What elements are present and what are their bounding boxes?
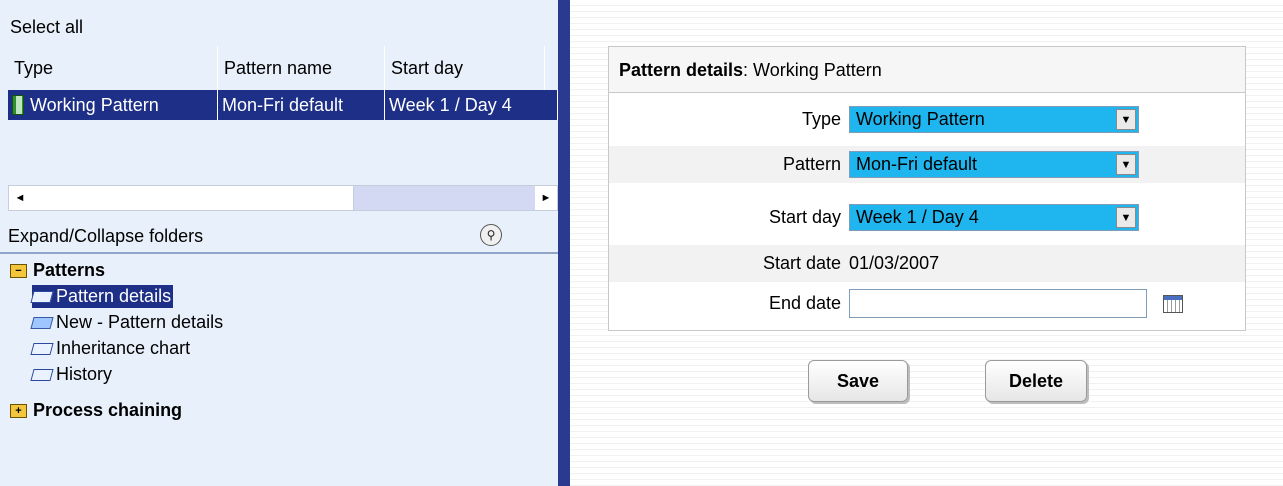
tree-item-label: Pattern details bbox=[56, 286, 172, 306]
type-row: Type Working Pattern ▼ bbox=[609, 101, 1245, 138]
cell-start-day: Week 1 / Day 4 bbox=[385, 90, 558, 120]
tree-item-new-pattern-details[interactable]: New - Pattern details bbox=[30, 311, 224, 334]
tree-item-inheritance-chart[interactable]: Inheritance chart bbox=[30, 337, 191, 360]
pattern-select-value: Mon-Fri default bbox=[856, 154, 978, 174]
left-panel: Select all Type Pattern name Start day W… bbox=[0, 0, 558, 486]
type-select-value: Working Pattern bbox=[856, 109, 985, 129]
tree-folder-patterns[interactable]: − Patterns bbox=[10, 260, 105, 281]
dropdown-arrow-icon[interactable]: ▼ bbox=[1116, 109, 1136, 130]
scroll-track[interactable] bbox=[31, 186, 535, 210]
tree-item-history[interactable]: History bbox=[30, 363, 113, 386]
tree-item-pattern-details[interactable]: Pattern details bbox=[30, 285, 174, 308]
column-header-type[interactable]: Type bbox=[8, 46, 218, 90]
type-select[interactable]: Working Pattern ▼ bbox=[849, 106, 1139, 133]
tree-item-label: New - Pattern details bbox=[56, 312, 224, 332]
details-heading-subtitle: : Working Pattern bbox=[743, 60, 882, 80]
grid-header: Type Pattern name Start day bbox=[8, 46, 558, 90]
cell-type-text: Working Pattern bbox=[30, 95, 159, 115]
pattern-select[interactable]: Mon-Fri default ▼ bbox=[849, 151, 1139, 178]
tree-folder-label: Patterns bbox=[33, 260, 106, 280]
delete-button[interactable]: Delete bbox=[985, 360, 1087, 402]
search-icon[interactable]: ⚲ bbox=[480, 224, 502, 246]
new-document-icon bbox=[30, 316, 54, 329]
expand-collapse-folders-link[interactable]: Expand/Collapse folders bbox=[8, 226, 203, 247]
type-label: Type bbox=[801, 109, 841, 129]
pattern-details-card: Pattern details: Working Pattern Type Wo… bbox=[608, 46, 1246, 331]
cell-type: Working Pattern bbox=[8, 90, 218, 120]
start-date-label: Start date bbox=[762, 253, 841, 273]
pattern-row: Pattern Mon-Fri default ▼ bbox=[609, 146, 1245, 183]
calendar-icon[interactable] bbox=[1163, 294, 1183, 313]
scroll-track-remainder[interactable] bbox=[353, 186, 535, 210]
details-heading: Pattern details: Working Pattern bbox=[609, 47, 1245, 93]
end-date-field[interactable] bbox=[849, 289, 1147, 318]
start-day-select[interactable]: Week 1 / Day 4 ▼ bbox=[849, 204, 1139, 231]
table-row[interactable]: Working Pattern Mon-Fri default Week 1 /… bbox=[8, 90, 558, 120]
tree-item-label: History bbox=[56, 364, 113, 384]
pattern-icon bbox=[12, 95, 24, 115]
scroll-left-icon[interactable]: ◄ bbox=[9, 186, 31, 210]
scroll-thumb[interactable] bbox=[31, 186, 354, 210]
end-date-row: End date bbox=[609, 285, 1245, 322]
horizontal-scrollbar[interactable]: ◄ ► bbox=[8, 185, 558, 211]
tree-item-label: Inheritance chart bbox=[56, 338, 191, 358]
save-button[interactable]: Save bbox=[808, 360, 908, 402]
cell-pattern-name: Mon-Fri default bbox=[218, 90, 385, 120]
start-day-label: Start day bbox=[768, 207, 841, 227]
start-date-row: Start date 01/03/2007 bbox=[609, 245, 1245, 282]
column-header-pattern-name[interactable]: Pattern name bbox=[218, 46, 385, 90]
select-all-link[interactable]: Select all bbox=[10, 17, 83, 38]
right-panel: Pattern details: Working Pattern Type Wo… bbox=[570, 0, 1283, 486]
end-date-label: End date bbox=[768, 293, 841, 313]
document-icon bbox=[30, 368, 54, 381]
start-day-select-value: Week 1 / Day 4 bbox=[856, 207, 979, 227]
details-heading-title: Pattern details bbox=[619, 60, 744, 80]
column-header-start-day[interactable]: Start day bbox=[385, 46, 545, 90]
document-icon bbox=[30, 342, 54, 355]
panel-divider[interactable] bbox=[558, 0, 570, 486]
start-day-row: Start day Week 1 / Day 4 ▼ bbox=[609, 199, 1245, 236]
tree-folder-label: Process chaining bbox=[33, 400, 183, 420]
scroll-right-icon[interactable]: ► bbox=[535, 186, 557, 210]
expand-collapse-bar: Expand/Collapse folders ⚲ bbox=[0, 220, 558, 254]
folder-open-icon: − bbox=[10, 263, 27, 278]
dropdown-arrow-icon[interactable]: ▼ bbox=[1116, 207, 1136, 228]
start-date-value: 01/03/2007 bbox=[849, 253, 940, 273]
dropdown-arrow-icon[interactable]: ▼ bbox=[1116, 154, 1136, 175]
folder-closed-icon: + bbox=[10, 403, 27, 418]
tree-folder-process-chaining[interactable]: + Process chaining bbox=[10, 400, 182, 421]
document-icon bbox=[30, 290, 54, 303]
pattern-label: Pattern bbox=[782, 154, 841, 174]
